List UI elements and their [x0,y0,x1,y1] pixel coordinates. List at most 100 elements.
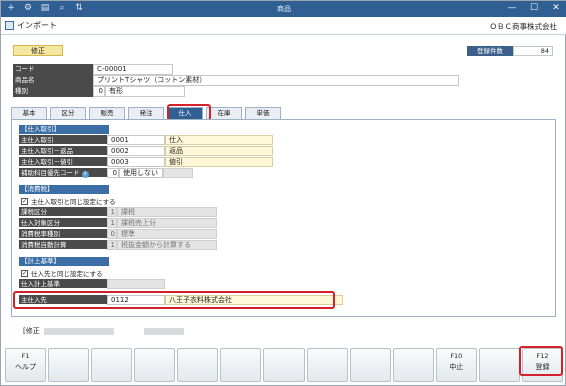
function-key-button[interactable] [263,348,305,382]
record-count-label: 登録件数 [467,46,513,56]
code-field[interactable]: C-00001 [93,64,173,75]
purchase-target-label: 仕入対象区分 [19,218,107,228]
tax-auto-calc-name: 税抜金額から計算する [117,240,217,250]
tax-auto-calc-code: 1 [107,240,117,250]
function-key-button[interactable] [48,348,90,382]
status-blurred-text [43,327,114,335]
purchase-row: 主仕入取引 0001 仕入 [19,135,273,145]
aux-priority-row: 補助科目優先コード ℹ 0 使用しない [19,168,193,178]
tax-same-checkbox-label: 主仕入取引と同じ設定にする [31,198,116,206]
purchase-basis-field [107,279,165,289]
fkey-code: F1 [21,352,30,360]
function-key-button[interactable] [91,348,133,382]
maximize-button[interactable]: ☐ [527,2,541,15]
status-text: [修正 [23,327,40,335]
aux-priority-extra [163,168,193,178]
name-row: 商品名 プリントTシャツ（コットン素材） [13,75,459,86]
import-icon [5,21,14,30]
window-title: 商品 [277,5,291,13]
tax-category-label: 課税区分 [19,207,107,217]
type-row: 種別 0 有形 [13,86,185,97]
checkbox-checked-icon: ✓ [21,197,28,205]
tax-auto-calc-row: 消費税自動計算 1 税抜金額から計算する [19,240,217,250]
checkbox-checked-icon: ✓ [21,269,28,277]
aux-priority-code-field[interactable]: 0 [107,168,119,178]
code-label: コード [13,64,93,75]
status-blurred-text-2 [143,327,184,335]
purchase-discount-code-field[interactable]: 0003 [107,157,165,167]
company-name: ＯＢＣ商事株式会社 [489,22,558,31]
import-label: インポート [17,21,57,30]
fkey-label: 中止 [449,363,464,371]
purchase-target-row: 仕入対象区分 1 課税売上分 [19,218,217,228]
function-key-button[interactable] [478,348,520,382]
type-label: 種別 [13,86,93,97]
purchase-name: 仕入 [165,135,273,145]
function-key-button[interactable] [177,348,219,382]
function-key-button[interactable] [134,348,176,382]
f1-help-button[interactable]: F1 ヘルプ [5,348,47,382]
aux-priority-label-text: 補助科目優先コード [21,169,80,177]
fkey-code: F10 [450,352,463,360]
tab-sales[interactable]: 販売 [89,107,125,119]
tax-section-heading: 【消費税】 [19,185,109,194]
sub-toolbar: インポート ＯＢＣ商事株式会社 [1,17,566,35]
main-supplier-highlight [13,291,335,309]
tab-category[interactable]: 区分 [50,107,86,119]
basis-same-checkbox[interactable]: ✓ 仕入先と同じ設定にする [21,268,103,278]
tax-rate-type-code: 0 [107,229,117,239]
type-code-field[interactable]: 0 [93,86,105,97]
aux-priority-name: 使用しない [119,168,163,178]
purchase-return-code-field[interactable]: 0002 [107,146,165,156]
code-row: コード C-00001 [13,64,173,75]
status-bar: [修正 [23,326,184,336]
purchase-section-heading: 【仕入取引】 [19,125,109,134]
title-bar: + ⚙ ▤ ⌕ ⇅ 商品 — ☐ ✕ [1,1,566,17]
tax-category-row: 課税区分 1 課税 [19,207,217,217]
tax-category-code: 1 [107,207,117,217]
purchase-discount-label: 主仕入取引－値引 [19,157,107,167]
function-key-button[interactable] [220,348,262,382]
purchase-basis-row: 仕入計上基準 [19,279,165,289]
tab-bar: 基本 区分 販売 発注 仕入 在庫 単価 [11,107,281,119]
function-key-button[interactable] [306,348,348,382]
tax-rate-type-label: 消費税率種別 [19,229,107,239]
record-count-value: 84 [513,46,553,56]
type-name: 有形 [105,86,185,97]
aux-priority-label: 補助科目優先コード ℹ [19,168,107,178]
product-name-field[interactable]: プリントTシャツ（コットン素材） [93,75,459,86]
function-key-button[interactable] [349,348,391,382]
fkey-label: ヘルプ [15,363,37,371]
product-name-label: 商品名 [13,75,93,86]
function-key-button[interactable] [392,348,434,382]
purchase-discount-row: 主仕入取引－値引 0003 値引 [19,157,273,167]
info-icon[interactable]: ℹ [81,171,89,178]
purchase-return-label: 主仕入取引－返品 [19,146,107,156]
application-window: + ⚙ ▤ ⌕ ⇅ 商品 — ☐ ✕ インポート ＯＢＣ商事株式会社 修正 登録… [0,0,566,386]
purchase-row-label: 主仕入取引 [19,135,107,145]
minimize-button[interactable]: — [505,2,519,15]
tab-basic[interactable]: 基本 [11,107,47,119]
purchase-discount-name: 値引 [165,157,273,167]
tax-auto-calc-label: 消費税自動計算 [19,240,107,250]
purchase-target-name: 課税売上分 [117,218,217,228]
purchase-target-code: 1 [107,218,117,228]
tax-rate-type-row: 消費税率種別 0 標準 [19,229,217,239]
f10-cancel-button[interactable]: F10 中止 [435,348,477,382]
tab-order[interactable]: 発注 [128,107,164,119]
tax-category-name: 課税 [117,207,217,217]
tab-inventory[interactable]: 在庫 [206,107,242,119]
basis-section-heading: 【計上基準】 [19,257,109,266]
tax-rate-type-name: 標準 [117,229,217,239]
mode-badge: 修正 [13,45,63,56]
function-key-bar: F1 ヘルプ F10 中止 F12 登録 [5,348,564,382]
import-button[interactable]: インポート [5,20,57,31]
purchase-return-row: 主仕入取引－返品 0002 返品 [19,146,273,156]
tax-same-checkbox[interactable]: ✓ 主仕入取引と同じ設定にする [21,196,116,206]
close-button[interactable]: ✕ [549,2,563,15]
purchase-code-field[interactable]: 0001 [107,135,165,145]
tab-unit-price[interactable]: 単価 [245,107,281,119]
basis-same-checkbox-label: 仕入先と同じ設定にする [31,270,103,278]
purchase-return-name: 返品 [165,146,273,156]
register-button-highlight [519,346,563,376]
